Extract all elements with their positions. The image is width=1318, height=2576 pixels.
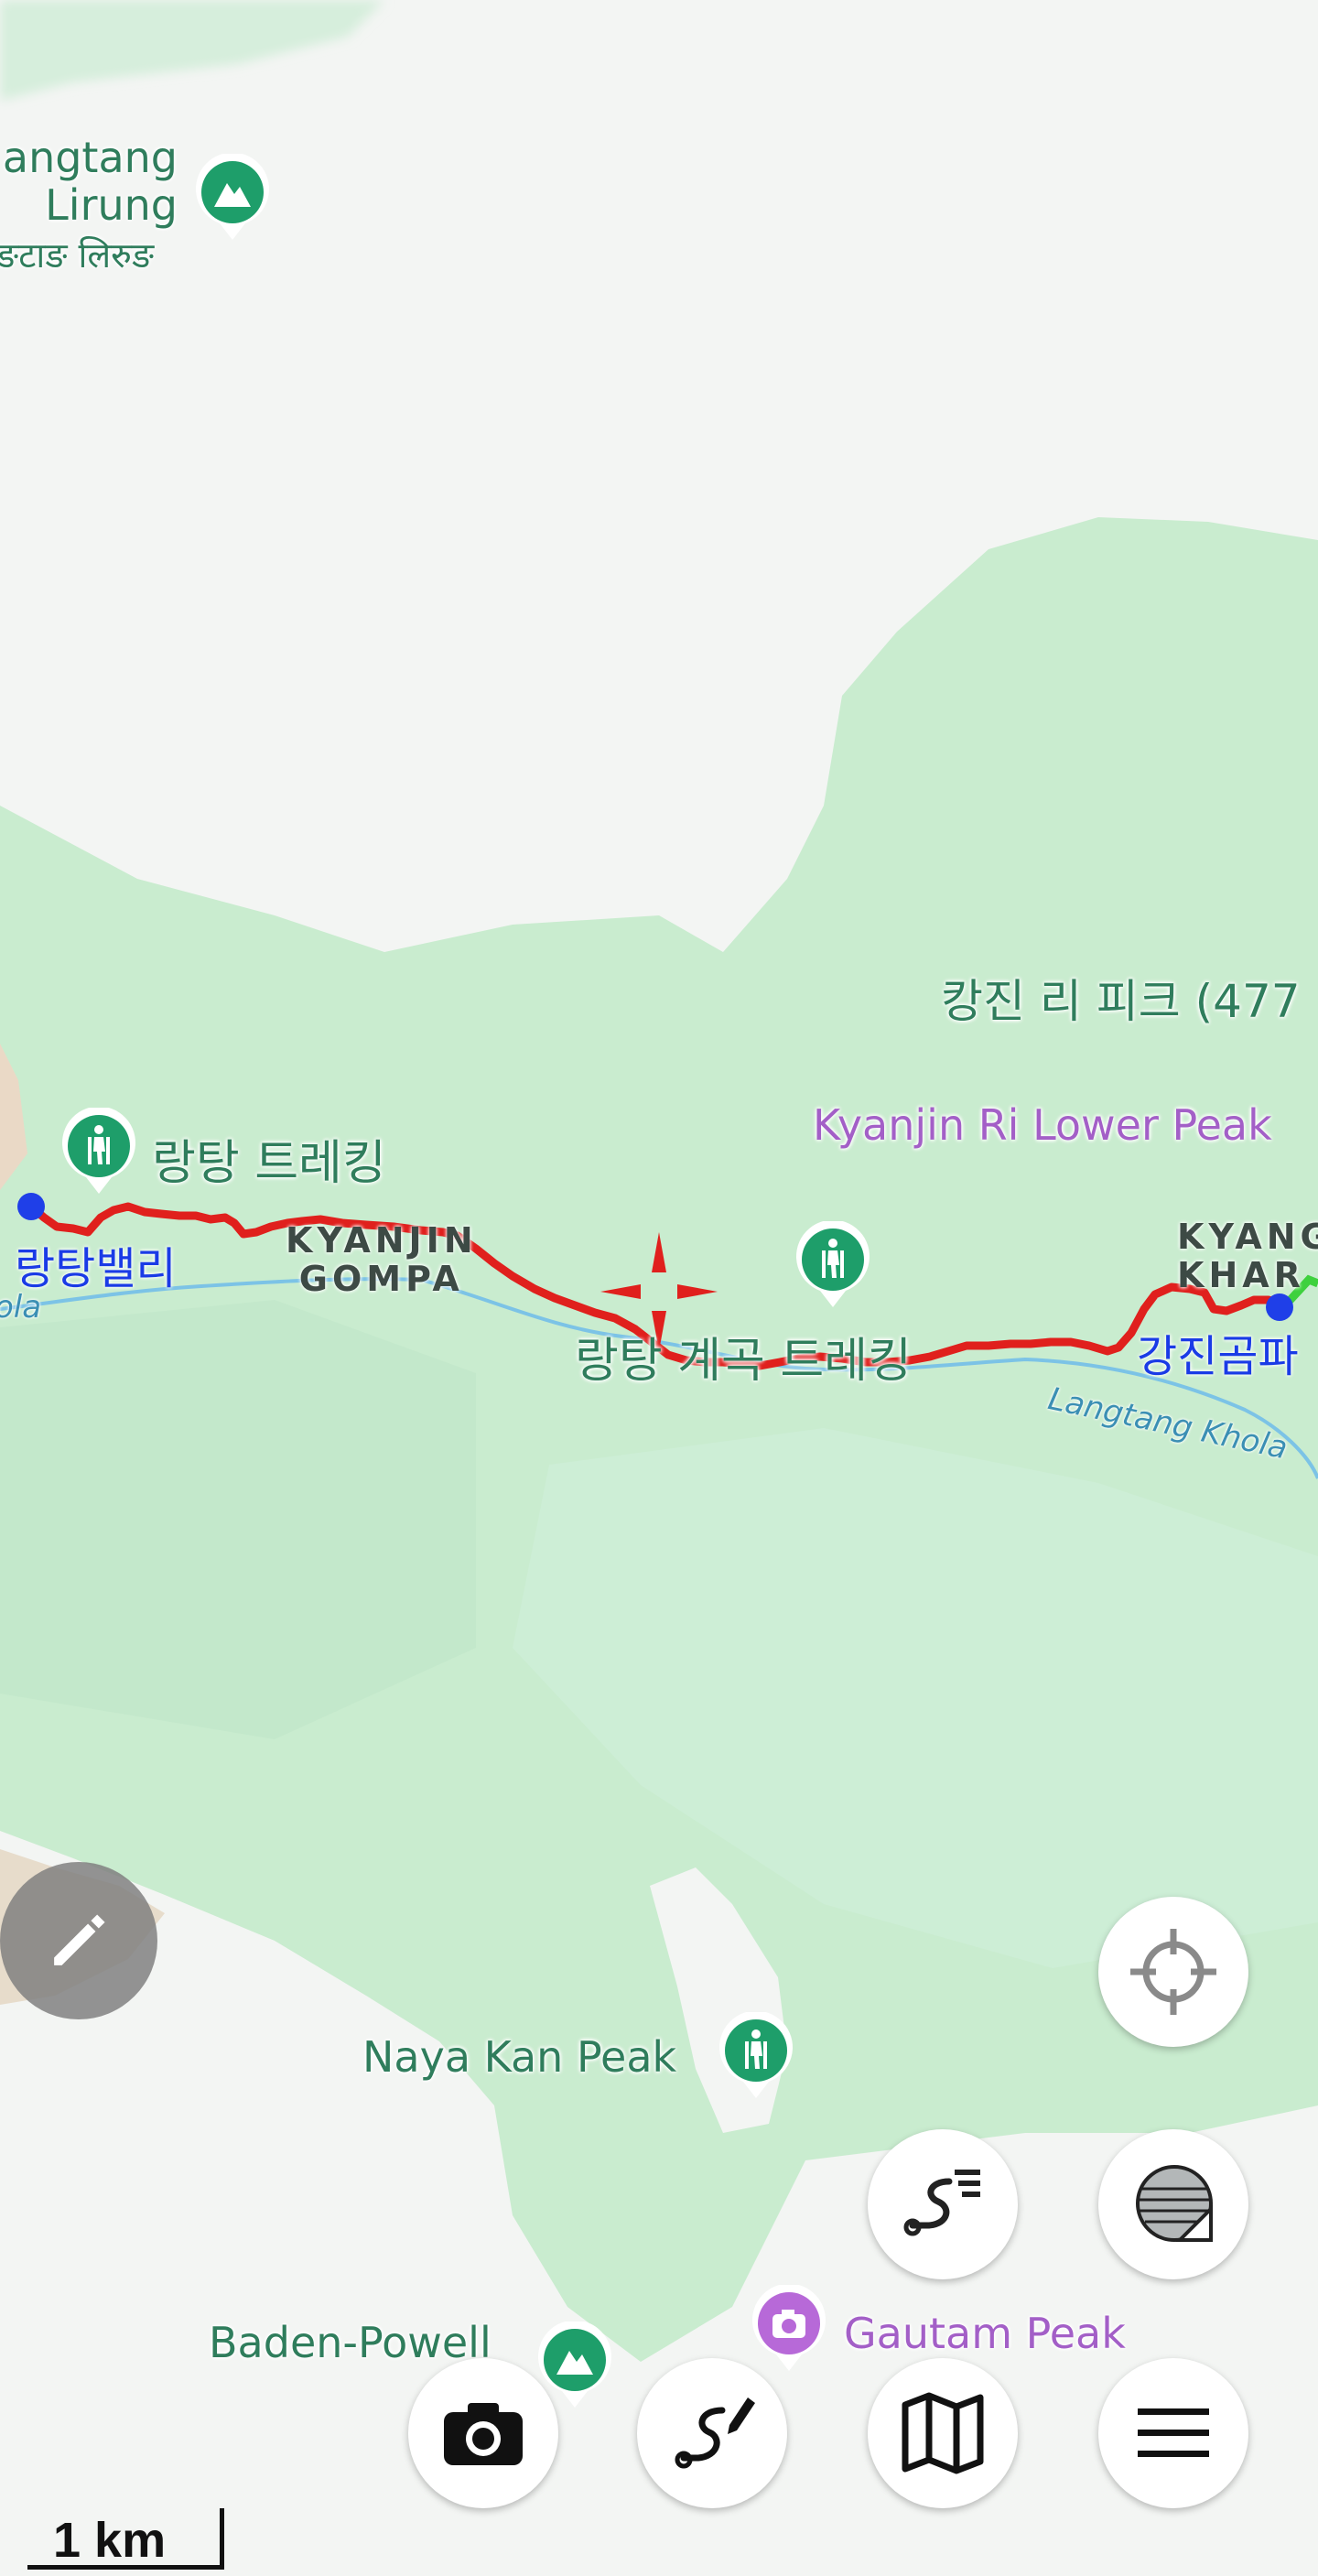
hiking-pin-icon[interactable] [60, 1106, 137, 1196]
place-label-kyanjin-ri-peak: 캉진 리 피크 (477 [941, 975, 1301, 1028]
place-label-kyanjin-ri-lower-peak: Kyanjin Ri Lower Peak [813, 1100, 1272, 1150]
camera-icon [444, 2403, 523, 2465]
route-draw-icon [675, 2397, 755, 2469]
hiking-pin-icon[interactable] [718, 2010, 794, 2100]
forest-area [0, 1300, 476, 1739]
hiking-pin-icon[interactable] [794, 1219, 871, 1309]
map-scale-label: 1 km [53, 2513, 167, 2568]
place-label-langtang-lirung: angtang Lirung [2, 133, 178, 230]
route-end-label: 강진곰파 [1137, 1331, 1299, 1382]
mountain-pin-icon[interactable] [194, 152, 271, 242]
layers-icon [1136, 2165, 1213, 2242]
map-icon [902, 2392, 984, 2474]
route-list-icon [903, 2170, 980, 2236]
place-label-langtang-valley-trekking: 랑탕 계곡 트레킹 [575, 1334, 912, 1389]
route-start-label: 랑탕밸리 [15, 1243, 177, 1294]
route-start-point [17, 1193, 45, 1220]
menu-button[interactable] [1098, 2358, 1248, 2508]
draw-route-button[interactable] [637, 2358, 787, 2508]
track-list-button[interactable] [868, 2129, 1018, 2279]
place-label-baden-powell: Baden-Powell [209, 2318, 492, 2367]
camera-button[interactable] [408, 2358, 558, 2508]
place-label-kyangjin-kharka: KYANG KHAR [1177, 1217, 1318, 1295]
map-scale-bar: 1 km [27, 2508, 224, 2570]
layers-button[interactable] [1098, 2129, 1248, 2279]
place-label-langtang-trekking: 랑탕 트레킹 [152, 1136, 386, 1191]
menu-icon [1138, 2408, 1209, 2457]
place-label-naya-kan-peak: Naya Kan Peak [362, 2032, 677, 2082]
place-label-kyanjin-gompa: KYANJIN GOMPA [286, 1220, 478, 1299]
camera-poi-pin-icon[interactable] [751, 2283, 827, 2373]
locate-button[interactable] [1098, 1897, 1248, 2047]
map-type-button[interactable] [868, 2358, 1018, 2508]
place-label-langtang-lirung-devanagari: ङटाङ लिरुङ [0, 235, 155, 276]
edit-button[interactable] [0, 1862, 157, 2019]
crosshair-icon [1130, 1929, 1216, 2015]
pencil-icon [54, 1914, 105, 1965]
route-end-point [1266, 1293, 1293, 1321]
place-label-gautam-peak: Gautam Peak [844, 2309, 1126, 2358]
